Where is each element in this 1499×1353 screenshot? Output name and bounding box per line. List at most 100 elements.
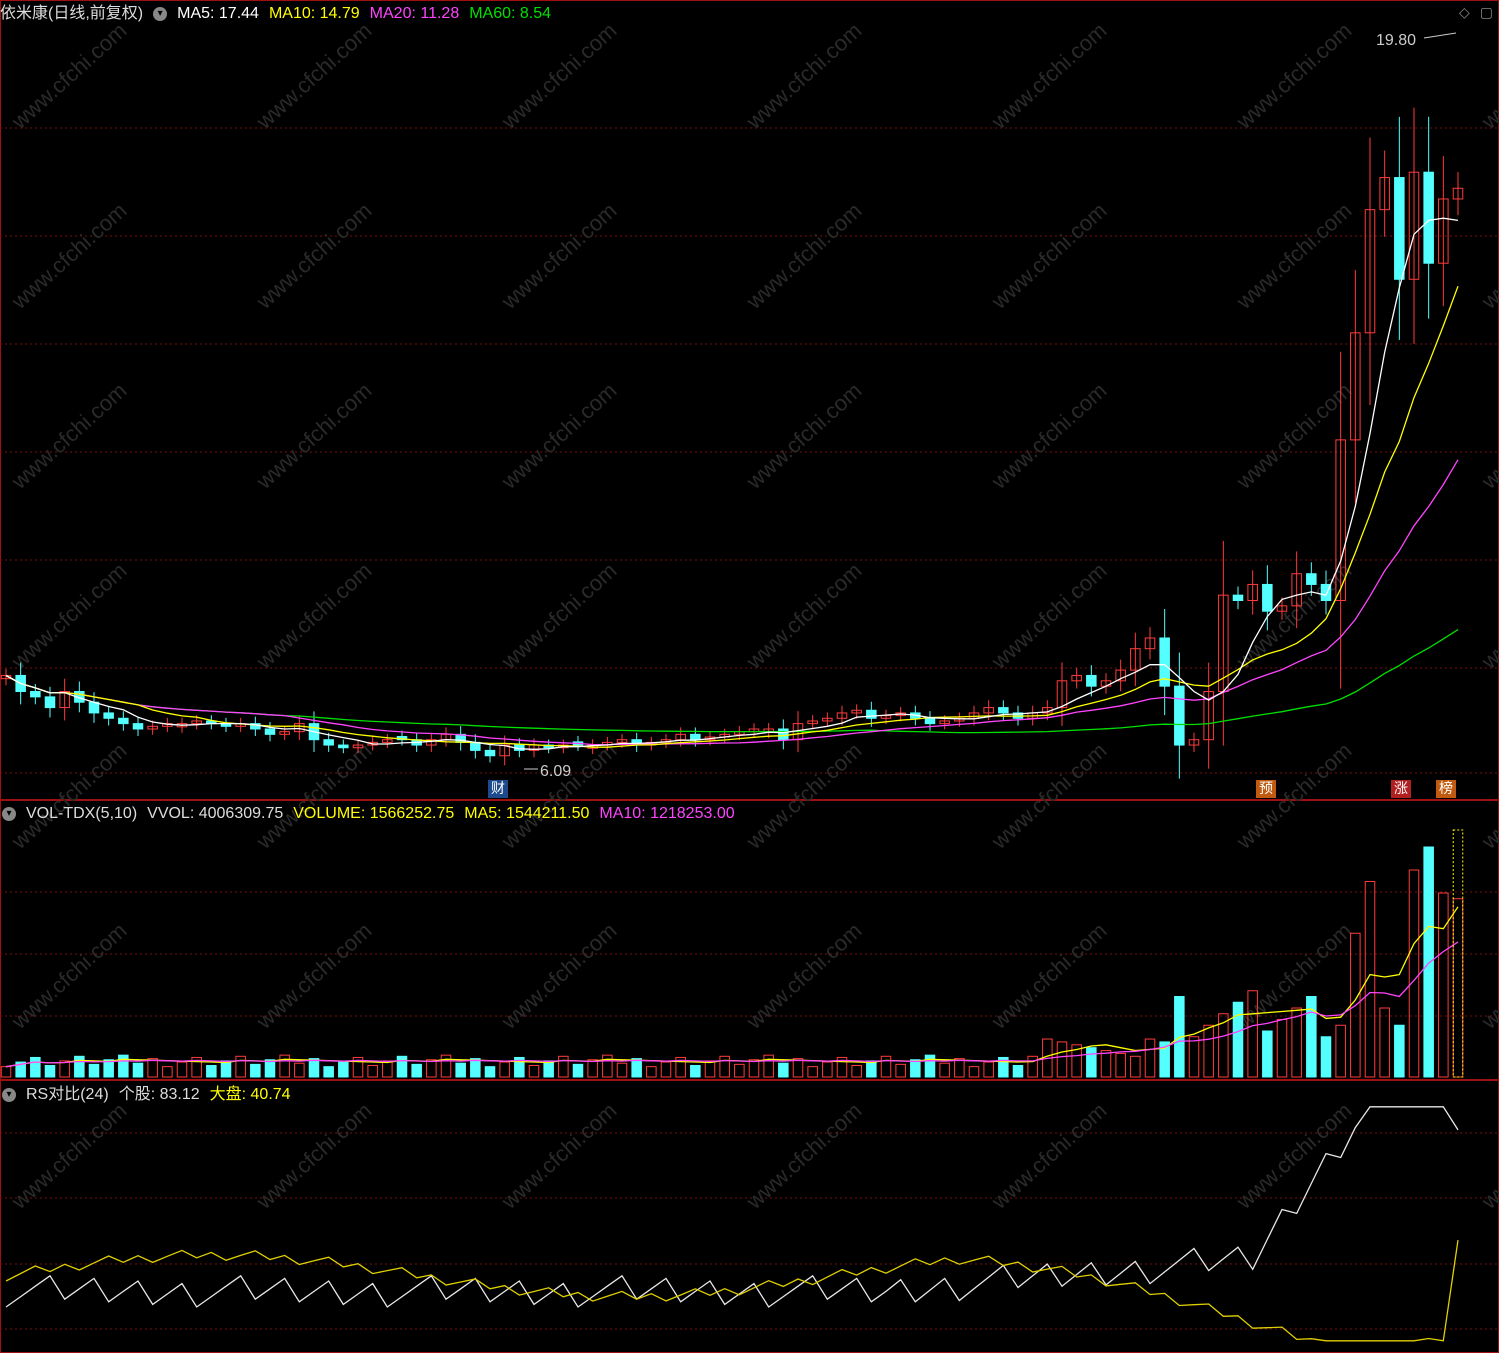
volume-bar (103, 1059, 114, 1078)
dropdown-chevron-icon[interactable]: ▾ (2, 1087, 16, 1102)
rs-indicator-name[interactable]: RS对比(24) (26, 1086, 109, 1103)
candle-body (866, 709, 877, 719)
volume-bar (1086, 1047, 1097, 1078)
volume-bar (30, 1056, 41, 1078)
watermark-text: www.cfchi.com (741, 918, 867, 1035)
watermark-text: www.cfchi.com (6, 18, 132, 135)
candle-body (690, 733, 701, 741)
volume-bar (602, 1054, 613, 1078)
volume-bar (910, 1059, 921, 1078)
candle-body (30, 691, 41, 698)
volume-bar (162, 1066, 173, 1078)
volume-bar (1335, 1024, 1346, 1078)
stock-title[interactable]: 依米康(日线,前复权) (0, 5, 143, 22)
volume-bar (954, 1058, 965, 1078)
rs-stock-value: 个股: 83.12 (118, 1086, 200, 1103)
volume-bar (1408, 869, 1420, 1078)
watermark-text: www.cfchi.com (251, 558, 377, 675)
vvol-value: VVOL: 4006309.75 (147, 805, 284, 822)
watermark-text: www.cfchi.com (251, 738, 377, 855)
event-tag-zhang[interactable]: 涨 (1391, 780, 1411, 798)
event-tag-yu[interactable]: 预 (1256, 780, 1276, 798)
watermark-text: www.cfchi.com (1476, 378, 1499, 495)
volume-bar (367, 1065, 378, 1078)
watermark-text: www.cfchi.com (251, 918, 377, 1035)
candle-body (470, 741, 481, 751)
volume-bar (484, 1066, 496, 1078)
diamond-icon[interactable]: ◇ (1459, 4, 1470, 20)
volume-bar (866, 1060, 877, 1078)
volume-bar (939, 1062, 950, 1078)
candle-body (132, 723, 144, 730)
volume-bar (1394, 1024, 1405, 1078)
watermark-text: www.cfchi.com (986, 918, 1112, 1035)
watermark-text: www.cfchi.com (986, 738, 1112, 855)
volume-bar (1056, 1041, 1068, 1078)
volume-bar (44, 1065, 56, 1078)
watermark-text: www.cfchi.com (496, 198, 622, 315)
ma60-value: MA60: 8.54 (469, 5, 552, 22)
volume-bar (1452, 898, 1464, 1078)
watermark-text: www.cfchi.com (741, 378, 867, 495)
candle-body (264, 728, 276, 735)
watermark-text: www.cfchi.com (1231, 198, 1357, 315)
watermark-text: www.cfchi.com (741, 18, 867, 135)
watermark-text: www.cfchi.com (1476, 18, 1499, 135)
volume-bar (763, 1054, 774, 1078)
volume-panel-header: ▾ VOL-TDX(5,10) VVOL: 4006309.75 VOLUME: 15… (0, 802, 745, 826)
candle-body (323, 739, 334, 746)
restore-icon[interactable]: ▢ (1480, 4, 1493, 20)
volume-bar (220, 1060, 232, 1078)
vol-ma10-value: MA10: 1218253.00 (599, 805, 735, 822)
watermark-text: www.cfchi.com (986, 558, 1112, 675)
candle-body (484, 749, 496, 757)
watermark-text: www.cfchi.com (986, 198, 1112, 315)
volume-bar (734, 1063, 745, 1078)
vol-ma5-value: MA5: 1544211.50 (464, 805, 590, 822)
watermark-text: www.cfchi.com (496, 378, 622, 495)
ma5-value: MA5: 17.44 (177, 5, 259, 22)
volume-bar (338, 1061, 349, 1078)
volume-bar (499, 1061, 510, 1078)
ma10-value: MA10: 14.79 (268, 5, 360, 22)
watermark-text: www.cfchi.com (251, 1098, 377, 1215)
volume-bar (1115, 1052, 1126, 1078)
watermark-text: www.cfchi.com (986, 18, 1112, 135)
candle-body (338, 744, 349, 749)
window-controls: ◇ ▢ (1449, 4, 1493, 21)
event-tag-cai[interactable]: 财 (488, 780, 508, 798)
high-arrow (1423, 32, 1457, 39)
volume-bar (470, 1058, 481, 1078)
dropdown-chevron-icon[interactable]: ▾ (153, 6, 168, 21)
dropdown-chevron-icon[interactable]: ▾ (2, 806, 16, 821)
volume-bar (1262, 1030, 1273, 1078)
volume-bar (1130, 1055, 1141, 1078)
volume-bar (690, 1065, 701, 1078)
volume-bar (74, 1055, 85, 1078)
rs-stock-line (5, 1106, 1459, 1308)
vol-indicator-name[interactable]: VOL-TDX(5,10) (26, 805, 137, 822)
volume-bar (396, 1055, 408, 1078)
volume-bar (792, 1058, 804, 1078)
volume-bar (558, 1055, 569, 1078)
volume-bar (1012, 1065, 1024, 1078)
rs-panel-header: ▾ RS对比(24) 个股: 83.12 大盘: 40.74 (0, 1083, 301, 1107)
candle-body (924, 717, 936, 725)
volume-bar (279, 1054, 290, 1078)
volume-bar (631, 1058, 642, 1078)
volume-bar (1276, 1019, 1288, 1078)
volume-bar (118, 1054, 129, 1078)
volume-bar (426, 1059, 437, 1078)
watermark-text: www.cfchi.com (741, 738, 867, 855)
watermark-text: www.cfchi.com (1476, 558, 1499, 675)
kline-chart-stage[interactable]: www.cfchi.com www.cfchi.com www.cfchi.com w… (0, 0, 1499, 1353)
volume-bar (455, 1062, 466, 1078)
candle-body (1174, 685, 1185, 746)
candle-body (118, 717, 129, 725)
panel-frame (0, 1080, 1499, 1353)
candle-body (778, 728, 789, 741)
candle-body (998, 707, 1009, 714)
watermark-text: www.cfchi.com (741, 198, 867, 315)
kline-chart[interactable]: www.cfchi.com www.cfchi.com www.cfchi.com w… (0, 0, 1499, 1353)
event-tag-bang[interactable]: 榜 (1436, 780, 1456, 798)
